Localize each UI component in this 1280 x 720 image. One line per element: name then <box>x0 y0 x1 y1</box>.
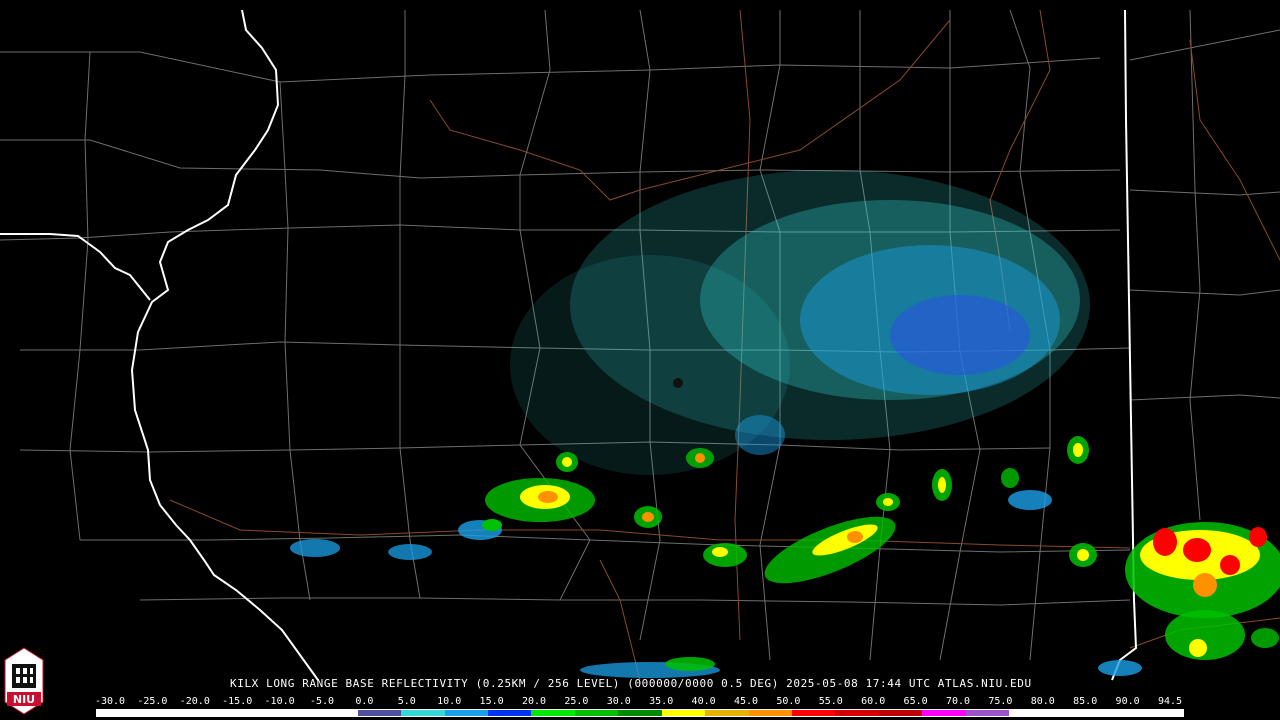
scale-label: -10.0 <box>264 696 295 707</box>
scale-color-swatch <box>270 710 315 716</box>
scale-color-swatch <box>1009 710 1053 716</box>
scale-color-swatch <box>965 710 1010 716</box>
scale-color-swatch <box>661 710 706 716</box>
scale-label: 30.0 <box>606 696 631 707</box>
scale-label: 55.0 <box>818 696 843 707</box>
scale-color-swatch <box>444 710 488 716</box>
scale-label: -15.0 <box>222 696 253 707</box>
scale-label: 15.0 <box>479 696 504 707</box>
scale-label: -25.0 <box>137 696 168 707</box>
scale-label: 45.0 <box>733 696 759 707</box>
niu-logo: NIU <box>4 647 44 715</box>
scale-color-swatch <box>97 710 141 716</box>
scale-label: 60.0 <box>861 696 886 707</box>
scale-color-swatch <box>748 710 792 716</box>
scale-label: 40.0 <box>691 696 716 707</box>
scale-label: 70.0 <box>945 696 971 707</box>
scale-label: 94.5 <box>1157 696 1183 707</box>
scale-color-swatch <box>1139 710 1183 716</box>
scale-label: 75.0 <box>988 696 1013 707</box>
scale-color-swatch <box>835 710 879 716</box>
scale-label: 65.0 <box>903 696 928 707</box>
scale-label: 50.0 <box>776 696 801 707</box>
scale-label: 0.0 <box>355 696 374 707</box>
scale-color-swatch <box>922 710 966 716</box>
scale-label: 20.0 <box>521 696 547 707</box>
scale-color-swatch <box>401 710 445 716</box>
scale-color-swatch <box>487 710 532 716</box>
product-caption: KILX LONG RANGE BASE REFLECTIVITY (0.25K… <box>230 677 1032 690</box>
scale-label: 10.0 <box>437 696 462 707</box>
logo-text: NIU <box>13 693 35 706</box>
reflectivity-color-bar <box>96 709 1184 717</box>
reflectivity-scale-labels: -30.0 -25.0 -20.0 -15.0 -10.0 -5.0 0.0 5.0 10.0 1… <box>0 696 1280 708</box>
scale-label: -30.0 <box>94 696 126 707</box>
scale-color-swatch <box>792 710 836 716</box>
scale-color-swatch <box>183 710 228 716</box>
scale-color-swatch <box>705 710 749 716</box>
scale-color-swatch <box>574 710 619 716</box>
scale-color-swatch <box>618 710 662 716</box>
scale-label: -5.0 <box>309 696 335 707</box>
scale-label: 90.0 <box>1115 696 1140 707</box>
radar-map <box>0 0 1280 720</box>
scale-label: 35.0 <box>649 696 674 707</box>
scale-color-swatch <box>314 710 358 716</box>
scale-color-swatch <box>227 710 271 716</box>
scale-label: 85.0 <box>1073 696 1098 707</box>
scale-color-swatch <box>1052 710 1097 716</box>
scale-color-swatch <box>140 710 184 716</box>
scale-label: 5.0 <box>397 696 416 707</box>
scale-label: -20.0 <box>179 696 210 707</box>
scale-color-swatch <box>531 710 575 716</box>
scale-label: 80.0 <box>1030 696 1055 707</box>
scale-color-swatch <box>1096 710 1140 716</box>
scale-color-swatch <box>878 710 923 716</box>
scale-label: 25.0 <box>564 696 589 707</box>
scale-color-swatch <box>357 710 402 716</box>
